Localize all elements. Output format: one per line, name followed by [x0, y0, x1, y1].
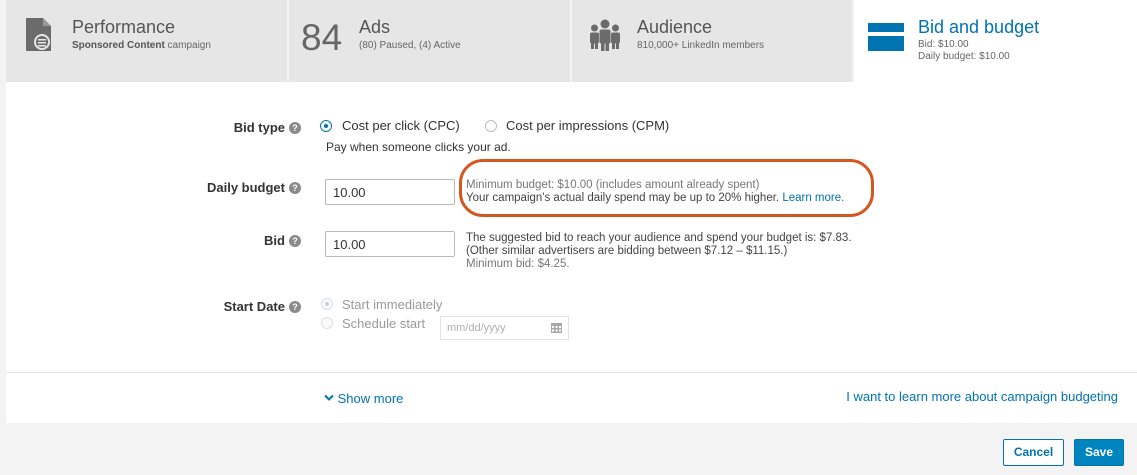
schedule-start-label[interactable]: Schedule start [342, 316, 425, 331]
start-date-label: Start Date? [196, 299, 301, 314]
tab-performance-subtitle: Sponsored Content campaign [72, 40, 211, 51]
bid-type-cpm-label[interactable]: Cost per impressions (CPM) [506, 118, 669, 133]
credit-card-icon [868, 23, 904, 54]
bid-type-cpm-radio[interactable] [485, 120, 497, 132]
help-icon[interactable]: ? [289, 182, 301, 194]
daily-budget-label: Daily budget? [196, 180, 301, 195]
bid-hint: The suggested bid to reach your audience… [466, 232, 852, 270]
bid-summary: Bid: $10.00 [918, 39, 969, 50]
tab-performance[interactable]: Performance Sponsored Content campaign [6, 0, 289, 82]
daily-budget-input[interactable] [325, 179, 455, 205]
ads-count: 84 [301, 17, 343, 58]
campaign-tabs: Performance Sponsored Content campaign 8… [6, 0, 1137, 82]
tab-bid-and-budget[interactable]: Bid and budget Bid: $10.00 Daily budget:… [854, 0, 1137, 82]
start-date-input[interactable]: mm/dd/yyyy [440, 316, 569, 340]
document-chart-icon [24, 17, 54, 56]
show-more-link[interactable]: Show more [324, 391, 403, 406]
tab-ads[interactable]: 84 Ads (80) Paused, (4) Active [289, 0, 572, 82]
bid-type-note: Pay when someone clicks your ad. [326, 140, 511, 154]
bid-type-label: Bid type? [196, 120, 301, 135]
calendar-icon[interactable] [551, 323, 562, 336]
tab-performance-title: Performance [72, 17, 176, 37]
chevron-down-icon [324, 391, 338, 406]
bid-type-cpc-label[interactable]: Cost per click (CPC) [342, 118, 460, 133]
learn-budgeting-link[interactable]: I want to learn more about campaign budg… [846, 389, 1118, 404]
divider [6, 372, 1137, 373]
tab-ads-title: Ads [359, 17, 391, 37]
help-icon[interactable]: ? [289, 122, 301, 134]
help-icon[interactable]: ? [289, 235, 301, 247]
bid-type-cpc-radio[interactable] [320, 120, 332, 132]
start-immediately-label[interactable]: Start immediately [342, 297, 442, 312]
people-group-icon [588, 18, 622, 55]
annotation-highlight [459, 159, 874, 217]
help-icon[interactable]: ? [289, 301, 301, 313]
bid-budget-form: Bid type? Cost per click (CPC) Cost per … [6, 82, 1137, 423]
date-placeholder: mm/dd/yyyy [447, 322, 506, 334]
tab-audience-title: Audience [637, 17, 713, 37]
save-button[interactable]: Save [1074, 439, 1124, 466]
tab-audience[interactable]: Audience 810,000+ LinkedIn members [572, 0, 854, 82]
schedule-start-radio[interactable] [321, 317, 333, 329]
tab-ads-status: (80) Paused, (4) Active [359, 40, 461, 51]
tab-bid-budget-title: Bid and budget [918, 17, 1040, 37]
bid-label: Bid? [196, 233, 301, 248]
cancel-button[interactable]: Cancel [1003, 439, 1064, 466]
start-immediately-radio[interactable] [321, 298, 333, 310]
daily-budget-summary: Daily budget: $10.00 [918, 51, 1010, 62]
tab-bid-budget-summary: Bid: $10.00 Daily budget: $10.00 [918, 39, 1010, 63]
tab-audience-size: 810,000+ LinkedIn members [637, 40, 765, 51]
bid-input[interactable] [325, 231, 455, 257]
